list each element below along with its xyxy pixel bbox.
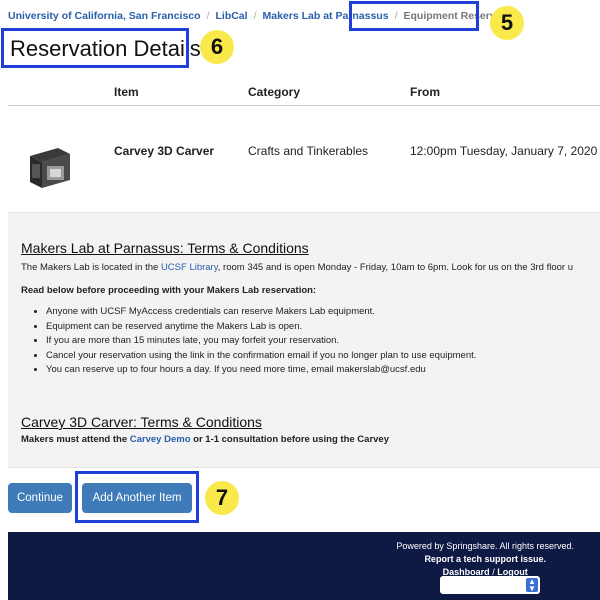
read-below-text: Read below before proceeding with your M… xyxy=(21,285,317,296)
location-text-pre: The Makers Lab is located in the xyxy=(21,262,159,273)
chevron-updown-icon: ▲ ▼ xyxy=(526,578,538,593)
annotation-box-title xyxy=(1,28,189,68)
carvey-demo-text: Makers must attend the Carvey Demo or 1-… xyxy=(21,434,389,445)
item-category: Crafts and Tinkerables xyxy=(248,144,369,158)
report-issue-link[interactable]: Report a tech support issue. xyxy=(424,554,546,564)
reservation-table: Item Category From Carvey 3D Carver Craf… xyxy=(8,78,600,188)
language-select[interactable]: ▲ ▼ xyxy=(440,576,540,594)
list-item: If you are more than 15 minutes late, yo… xyxy=(46,334,476,349)
terms-panel: Makers Lab at Parnassus: Terms & Conditi… xyxy=(8,212,600,468)
location-text-post: , room 345 and is open Monday - Friday, … xyxy=(217,262,573,273)
callout-badge-5: 5 xyxy=(490,6,524,40)
item-name: Carvey 3D Carver xyxy=(114,144,215,158)
carvey-demo-link[interactable]: Carvey Demo xyxy=(130,434,191,445)
footer-text: Powered by Springshare. All rights reser… xyxy=(396,540,574,579)
header-from: From xyxy=(410,85,440,99)
powered-by-text: Powered by Springshare. All rights reser… xyxy=(396,541,574,551)
annotation-box-add-button xyxy=(75,471,199,523)
location-text: The Makers Lab is located in the UCSF Li… xyxy=(21,262,573,273)
table-row: Carvey 3D Carver Crafts and Tinkerables … xyxy=(8,106,600,188)
carvey-terms-heading: Carvey 3D Carver: Terms & Conditions xyxy=(21,414,262,430)
header-category: Category xyxy=(248,85,301,99)
callout-badge-7: 7 xyxy=(205,481,239,515)
list-item: You can reserve up to four hours a day. … xyxy=(46,363,476,378)
makers-lab-terms-heading: Makers Lab at Parnassus: Terms & Conditi… xyxy=(21,240,309,256)
continue-button[interactable]: Continue xyxy=(8,483,72,513)
carvey-text-pre: Makers must attend the xyxy=(21,434,128,445)
breadcrumb-separator: / xyxy=(206,10,210,22)
callout-badge-6: 6 xyxy=(200,30,234,64)
list-item: Cancel your reservation using the link i… xyxy=(46,349,476,364)
carvey-text-post: or 1-1 consultation before using the Car… xyxy=(193,434,389,445)
list-item: Equipment can be reserved anytime the Ma… xyxy=(46,320,476,335)
annotation-box-breadcrumb xyxy=(349,1,479,31)
list-item: Anyone with UCSF MyAccess credentials ca… xyxy=(46,305,476,320)
breadcrumb-separator: / xyxy=(253,10,257,22)
carvey-thumbnail xyxy=(30,148,70,188)
item-from: 12:00pm Tuesday, January 7, 2020 xyxy=(410,144,598,158)
header-item: Item xyxy=(114,85,139,99)
footer: Powered by Springshare. All rights reser… xyxy=(8,532,600,600)
breadcrumb-link-libcal[interactable]: LibCal xyxy=(215,10,247,22)
rules-list: Anyone with UCSF MyAccess credentials ca… xyxy=(46,305,476,378)
breadcrumb-link-ucsf[interactable]: University of California, San Francisco xyxy=(8,10,201,22)
ucsf-library-link[interactable]: UCSF Library xyxy=(161,262,218,273)
table-header: Item Category From xyxy=(8,78,600,106)
